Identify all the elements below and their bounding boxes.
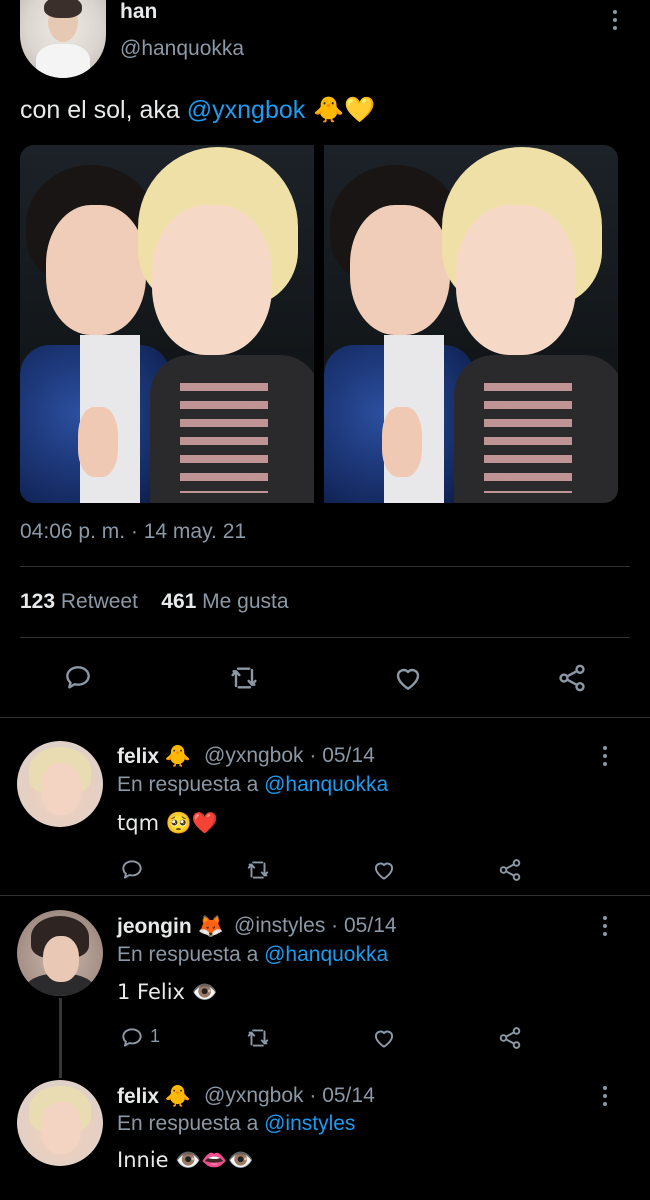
more-icon[interactable] — [603, 746, 609, 770]
reply-context-mention[interactable]: @hanquokka — [264, 943, 388, 966]
reply-avatar[interactable] — [17, 741, 103, 827]
reply-name-text: felix — [117, 745, 160, 768]
tweet-detail-page: han @hanquokka con el sol, aka @yxngbok … — [0, 0, 650, 1200]
reply-author-name[interactable]: jeongin 🦊 — [117, 914, 224, 939]
like-icon — [396, 668, 420, 690]
share-button[interactable] — [490, 850, 530, 890]
reply-avatar[interactable] — [17, 910, 103, 996]
reply-name-emoji: 🐥 — [164, 1084, 192, 1108]
reply-button[interactable] — [112, 850, 152, 890]
author-handle[interactable]: @hanquokka — [120, 37, 244, 61]
media-grid — [20, 145, 618, 503]
reply-icon — [122, 860, 142, 879]
reply-context-prefix: En respuesta a — [117, 943, 265, 966]
retweet-button[interactable] — [224, 658, 264, 698]
share-icon — [499, 859, 521, 881]
mention-link[interactable]: @yxngbok — [187, 96, 306, 124]
tweet-text-prefix: con el sol, aka — [20, 96, 187, 124]
retweet-label[interactable]: Retweet — [61, 590, 138, 613]
tweet-text: con el sol, aka @yxngbok 🐥💛 — [20, 95, 375, 125]
more-icon[interactable] — [613, 10, 619, 34]
retweet-button[interactable] — [238, 850, 278, 890]
reply-name-emoji: 🐥 — [164, 744, 192, 768]
reply-context-prefix: En respuesta a — [117, 773, 265, 796]
like-button[interactable] — [364, 1018, 404, 1058]
thread-line — [59, 998, 62, 1078]
tweet-text-emoji: 🐥💛 — [305, 95, 376, 124]
divider — [20, 637, 630, 638]
reply-meta[interactable]: @yxngbok · 05/14 — [204, 744, 375, 768]
retweet-icon — [247, 1029, 269, 1047]
divider — [0, 717, 650, 718]
reply-icon — [66, 666, 90, 689]
author-name[interactable]: han — [120, 0, 157, 24]
reply-name-text: jeongin — [117, 915, 192, 938]
like-button[interactable] — [388, 658, 428, 698]
share-icon — [499, 1027, 521, 1049]
retweet-button[interactable] — [238, 1018, 278, 1058]
reply-button[interactable] — [112, 1018, 152, 1058]
retweet-count[interactable]: 123 — [20, 590, 55, 613]
reply-context: En respuesta a @hanquokka — [117, 773, 388, 797]
reply-avatar[interactable] — [17, 1080, 103, 1166]
reply-button[interactable] — [58, 658, 98, 698]
reply-context-prefix: En respuesta a — [117, 1112, 265, 1135]
retweet-icon — [231, 667, 257, 689]
reply-count: 1 — [150, 1026, 161, 1046]
reply-text: tqm 🥺❤️ — [117, 811, 218, 835]
like-button[interactable] — [364, 850, 404, 890]
reply-context-mention[interactable]: @instyles — [264, 1112, 355, 1135]
divider — [20, 566, 630, 567]
retweet-icon — [247, 861, 269, 879]
reply-icon — [122, 1028, 142, 1047]
like-label[interactable]: Me gusta — [202, 590, 288, 613]
tweet-timestamp[interactable]: 04:06 p. m. · 14 may. 21 — [20, 520, 246, 544]
tweet-stats: 123 Retweet 461 Me gusta — [20, 590, 289, 614]
reply-context: En respuesta a @hanquokka — [117, 943, 388, 967]
reply-context: En respuesta a @instyles — [117, 1112, 355, 1136]
like-icon — [374, 862, 394, 880]
share-button[interactable] — [490, 1018, 530, 1058]
reply-author-name[interactable]: felix 🐥 — [117, 1084, 191, 1109]
reply-name-emoji: 🦊 — [197, 914, 224, 938]
reply-author-name[interactable]: felix 🐥 — [117, 744, 191, 769]
like-icon — [374, 1030, 394, 1048]
reply-name-text: felix — [117, 1085, 160, 1108]
reply-meta[interactable]: @yxngbok · 05/14 — [204, 1084, 375, 1108]
reply-context-mention[interactable]: @hanquokka — [264, 773, 388, 796]
reply-meta[interactable]: @instyles · 05/14 — [234, 914, 397, 938]
author-avatar[interactable] — [20, 0, 106, 78]
media-photo-2[interactable] — [324, 145, 618, 503]
reply-text: Innie 👁️👄👁️ — [117, 1148, 254, 1172]
divider — [0, 895, 650, 896]
reply-text: 1 Felix 👁️ — [117, 980, 218, 1004]
share-icon — [559, 664, 585, 692]
media-photo-1[interactable] — [20, 145, 314, 503]
share-button[interactable] — [552, 658, 592, 698]
like-count[interactable]: 461 — [161, 590, 196, 613]
more-icon[interactable] — [603, 1086, 609, 1110]
more-icon[interactable] — [603, 916, 609, 940]
